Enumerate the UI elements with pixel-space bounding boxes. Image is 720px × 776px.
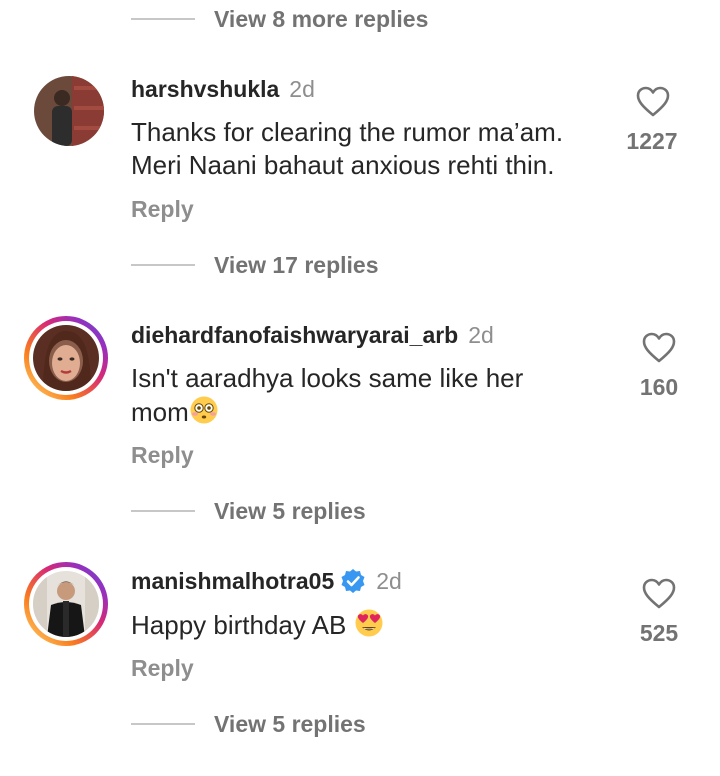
view-replies-button[interactable]: View 5 replies	[214, 711, 366, 738]
flushed-face-emoji	[190, 396, 218, 424]
username-text[interactable]: harshvshukla	[131, 76, 279, 102]
heart-icon[interactable]	[642, 332, 676, 364]
comment-text-fragment: mom	[131, 397, 189, 427]
comment-text: Thanks for clearing the rumor ma’am. Mer…	[131, 116, 563, 182]
comment-text-line: mom	[131, 395, 523, 429]
heart-eyes-emoji	[355, 609, 383, 637]
avatar-story-ring[interactable]	[24, 562, 108, 646]
replies-divider-line	[131, 18, 195, 20]
reply-button[interactable]: Reply	[131, 196, 194, 223]
comment-username[interactable]: harshvshukla 2d	[131, 76, 315, 103]
comment-username[interactable]: diehardfanofaishwaryarai_arb 2d	[131, 322, 494, 349]
like-count: 1227	[626, 128, 678, 154]
like-count: 525	[639, 620, 679, 646]
verified-badge-icon	[341, 569, 365, 593]
like-count: 160	[639, 374, 679, 400]
comment-text: Happy birthday AB	[131, 608, 384, 642]
view-replies-button[interactable]: View 5 replies	[214, 498, 366, 525]
view-more-replies-button[interactable]: View 8 more replies	[214, 6, 428, 33]
avatar-photo	[33, 325, 99, 391]
comment-username[interactable]: manishmalhotra05 2d	[131, 568, 402, 595]
username-text[interactable]: manishmalhotra05	[131, 568, 334, 594]
avatar[interactable]	[34, 76, 104, 146]
comment-text-line: Thanks for clearing the rumor ma’am.	[131, 117, 564, 147]
heart-icon[interactable]	[636, 86, 670, 118]
comment-text-line: Meri Naani bahaut anxious rehti thin.	[131, 150, 555, 180]
comment-timestamp: 2d	[376, 568, 402, 594]
replies-divider-line	[131, 264, 195, 266]
view-replies-button[interactable]: View 17 replies	[214, 252, 379, 279]
comment-text: Isn't aaradhya looks same like her mom	[131, 362, 523, 429]
reply-button[interactable]: Reply	[131, 655, 194, 682]
heart-icon[interactable]	[642, 578, 676, 610]
replies-divider-line	[131, 723, 195, 725]
replies-divider-line	[131, 510, 195, 512]
avatar	[33, 571, 99, 637]
avatar	[33, 325, 99, 391]
avatar-photo	[33, 571, 99, 637]
comment-text-line: Isn't aaradhya looks same like her	[131, 363, 524, 393]
comment-timestamp: 2d	[468, 322, 494, 348]
username-text[interactable]: diehardfanofaishwaryarai_arb	[131, 322, 458, 348]
avatar-photo	[34, 76, 104, 146]
avatar-story-ring[interactable]	[24, 316, 108, 400]
reply-button[interactable]: Reply	[131, 442, 194, 469]
comment-timestamp: 2d	[289, 76, 315, 102]
comment-text-fragment: Happy birthday AB	[131, 610, 347, 640]
